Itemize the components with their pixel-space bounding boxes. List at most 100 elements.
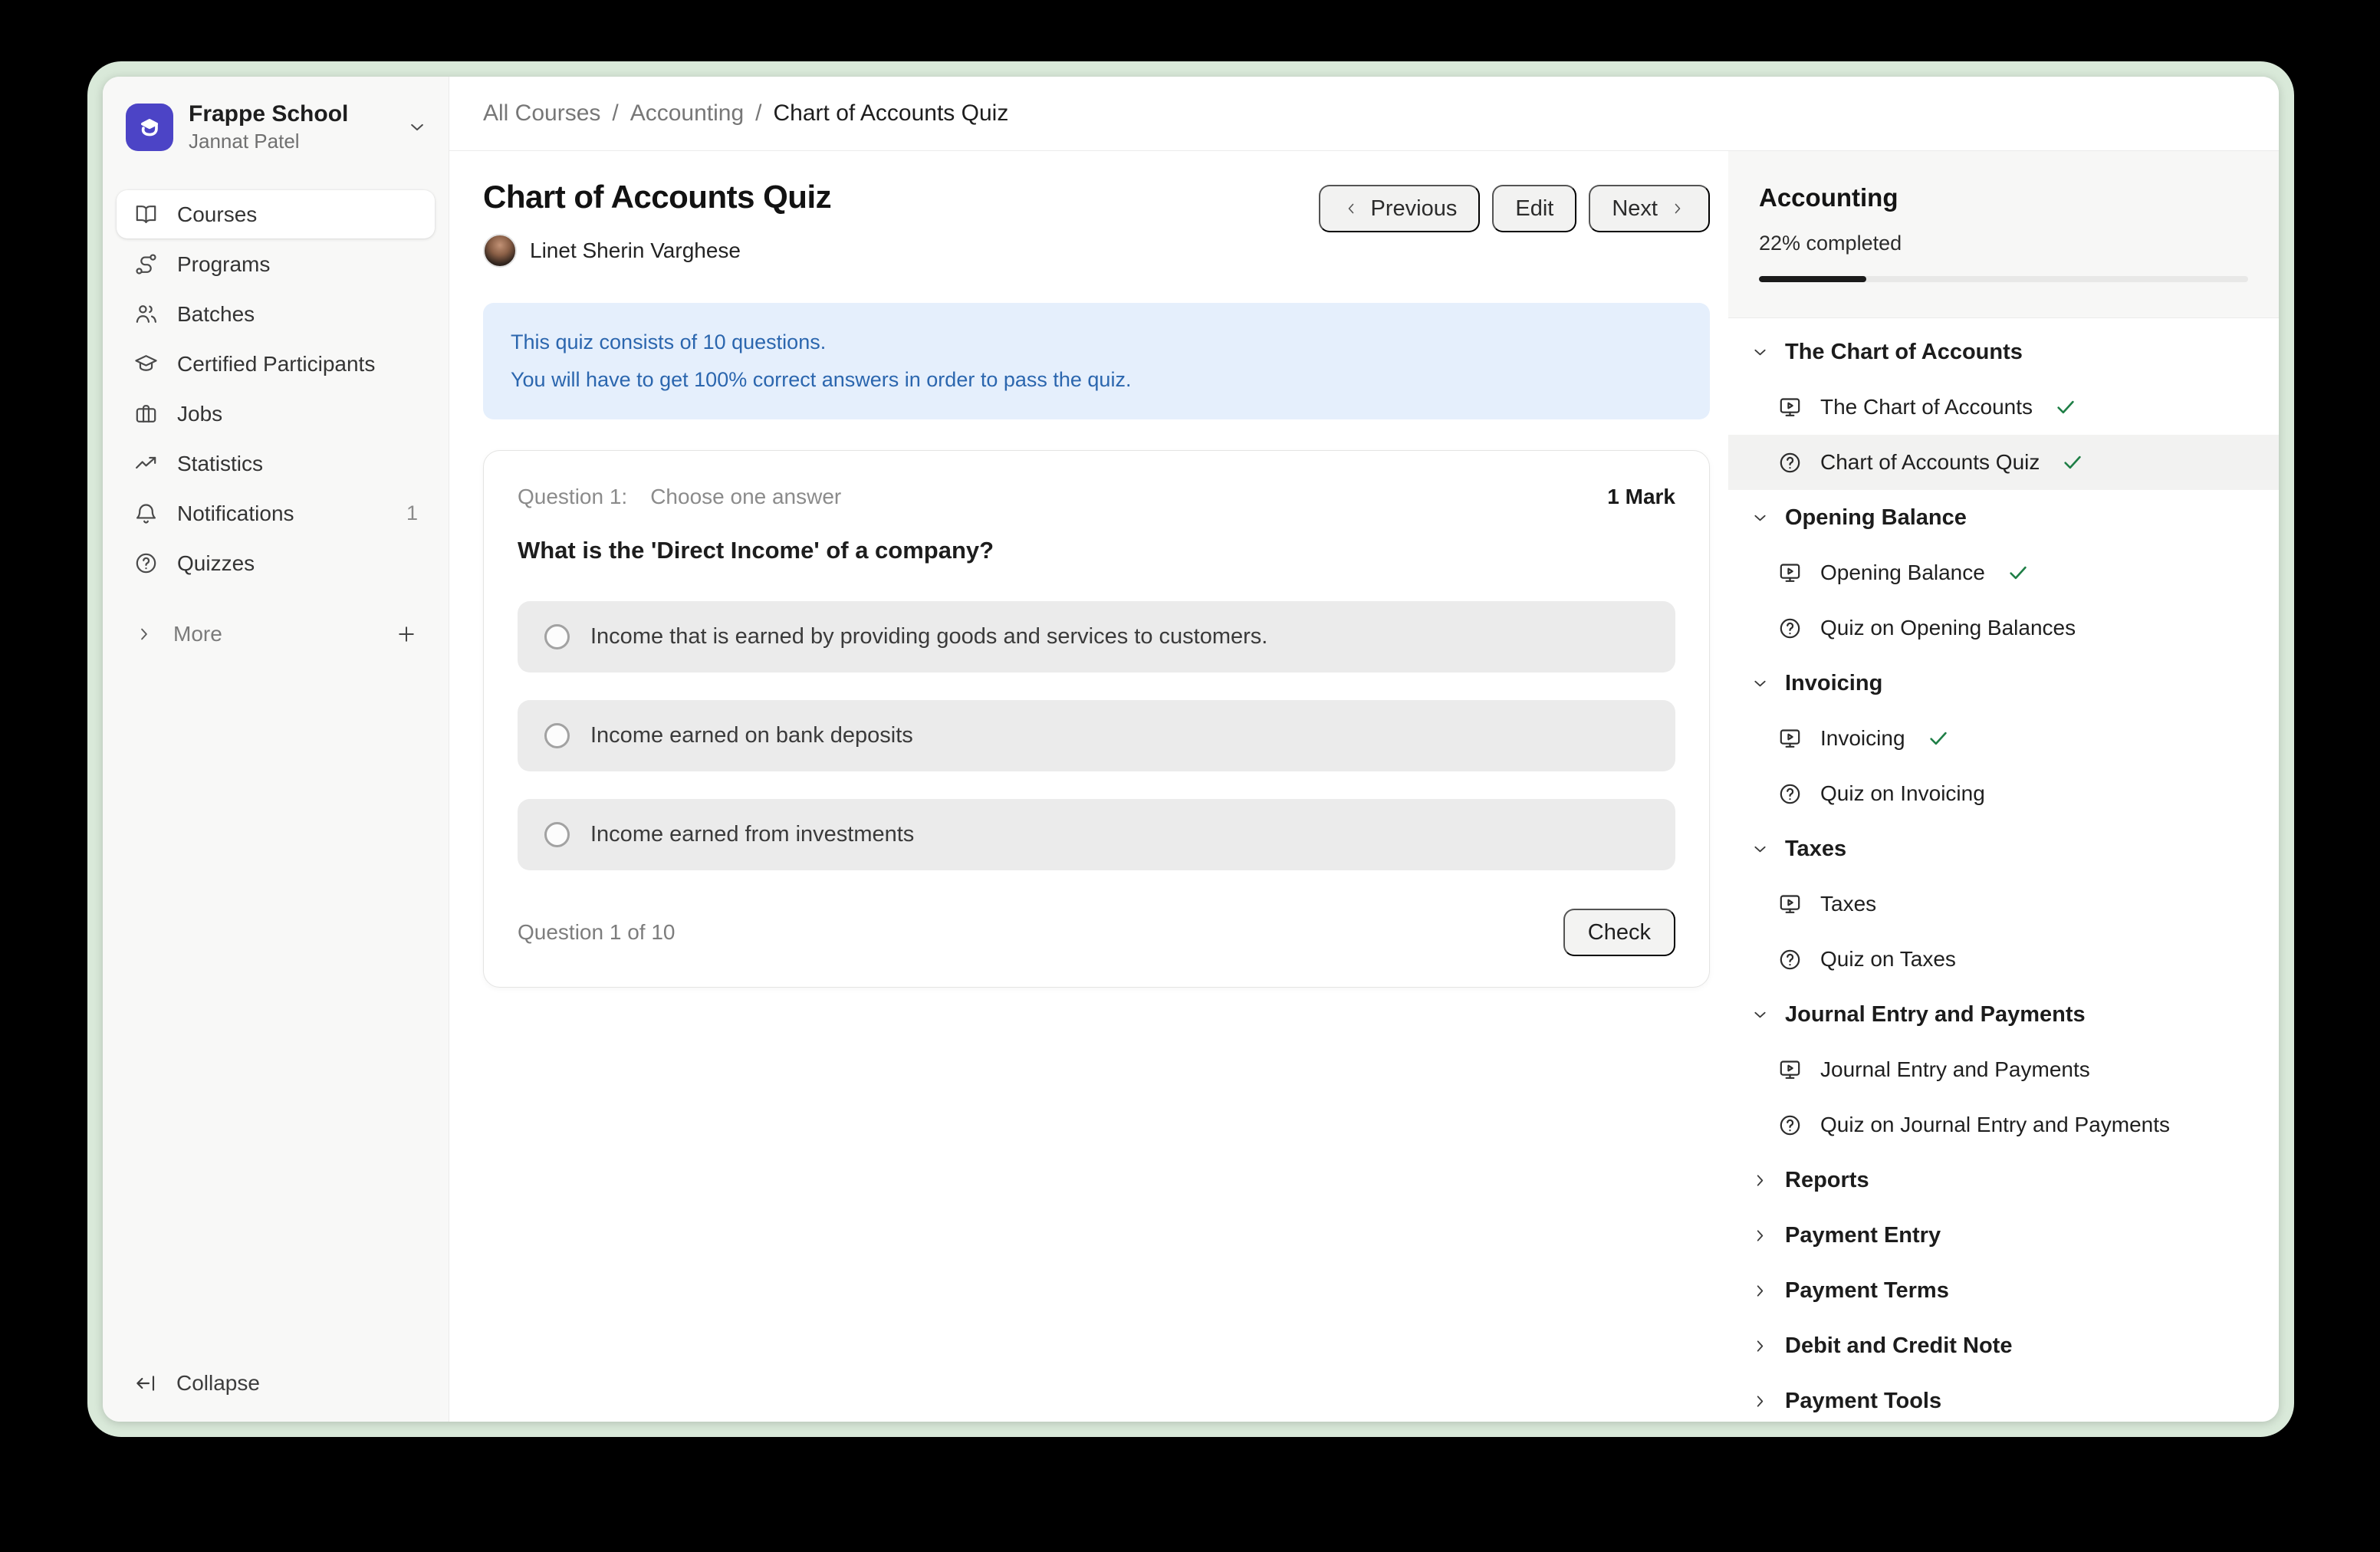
chapter-taxes[interactable]: Taxes bbox=[1728, 821, 2279, 876]
trend-icon bbox=[133, 451, 159, 476]
frappe-school-app: Frappe School Jannat Patel Courses Progra… bbox=[103, 77, 2279, 1422]
lesson-quiz-on-journal-entry-and-payments[interactable]: Quiz on Journal Entry and Payments bbox=[1728, 1097, 2279, 1152]
chapter-reports[interactable]: Reports bbox=[1728, 1152, 2279, 1208]
collapse-button[interactable]: Collapse bbox=[117, 1371, 435, 1396]
chapter-opening-balance[interactable]: Opening Balance bbox=[1728, 490, 2279, 545]
page-title: Chart of Accounts Quiz bbox=[483, 179, 831, 215]
notification-count: 1 bbox=[406, 501, 418, 525]
answer-option[interactable]: Income that is earned by providing goods… bbox=[518, 601, 1675, 672]
workspace-switcher[interactable]: Frappe School Jannat Patel bbox=[117, 97, 435, 158]
quiz-icon bbox=[1777, 616, 1803, 641]
video-lesson-icon bbox=[1777, 892, 1803, 917]
chapter-label: Invoicing bbox=[1785, 671, 1882, 696]
radio-icon[interactable] bbox=[544, 723, 570, 748]
course-panel-header: Accounting 22% completed bbox=[1728, 151, 2279, 318]
lesson-quiz-on-opening-balances[interactable]: Quiz on Opening Balances bbox=[1728, 600, 2279, 656]
sidebar-item-more[interactable]: More bbox=[117, 610, 435, 658]
breadcrumb-course[interactable]: Accounting bbox=[630, 100, 744, 127]
question-card: Question 1: Choose one answer 1 Mark Wha… bbox=[483, 450, 1710, 988]
lesson-journal-entry-and-payments[interactable]: Journal Entry and Payments bbox=[1728, 1042, 2279, 1097]
chevron-down-icon bbox=[1750, 673, 1770, 694]
route-icon bbox=[133, 252, 159, 277]
bell-icon bbox=[133, 501, 159, 526]
completed-check-icon bbox=[2061, 451, 2084, 474]
sidebar-item-notifications[interactable]: Notifications1 bbox=[117, 489, 435, 538]
radio-icon[interactable] bbox=[544, 624, 570, 649]
chapter-label: The Chart of Accounts bbox=[1785, 340, 2023, 365]
plus-icon[interactable] bbox=[395, 623, 418, 646]
sidebar-item-programs[interactable]: Programs bbox=[117, 240, 435, 288]
chevron-down-icon bbox=[1750, 1005, 1770, 1025]
answer-option[interactable]: Income earned on bank deposits bbox=[518, 700, 1675, 771]
sidebar-item-statistics[interactable]: Statistics bbox=[117, 439, 435, 488]
chapter-payment-tools[interactable]: Payment Tools bbox=[1728, 1373, 2279, 1422]
answer-options: Income that is earned by providing goods… bbox=[518, 601, 1675, 870]
content-area: All Courses / Accounting / Chart of Acco… bbox=[449, 77, 2279, 1422]
progress-fill bbox=[1759, 276, 1866, 282]
breadcrumb-all-courses[interactable]: All Courses bbox=[483, 100, 600, 127]
chapter-payment-entry[interactable]: Payment Entry bbox=[1728, 1208, 2279, 1263]
chevron-down-icon bbox=[406, 116, 429, 139]
answer-option[interactable]: Income earned from investments bbox=[518, 799, 1675, 870]
completed-check-icon bbox=[1927, 727, 1950, 750]
course-progress-bar bbox=[1759, 276, 2248, 282]
breadcrumb: All Courses / Accounting / Chart of Acco… bbox=[449, 77, 2279, 151]
video-lesson-icon bbox=[1777, 1057, 1803, 1083]
book-icon bbox=[133, 202, 159, 227]
author-name: Linet Sherin Varghese bbox=[530, 238, 741, 263]
chapter-debit-and-credit-note[interactable]: Debit and Credit Note bbox=[1728, 1318, 2279, 1373]
video-lesson-icon bbox=[1777, 395, 1803, 420]
left-sidebar: Frappe School Jannat Patel Courses Progra… bbox=[103, 77, 449, 1422]
sidebar-item-label: Jobs bbox=[177, 402, 222, 426]
lesson-opening-balance[interactable]: Opening Balance bbox=[1728, 545, 2279, 600]
quiz-icon bbox=[1777, 1113, 1803, 1138]
chevron-left-icon bbox=[1342, 199, 1360, 218]
sidebar-item-label: Certified Participants bbox=[177, 352, 375, 376]
lesson-label: Opening Balance bbox=[1820, 561, 1985, 585]
next-button[interactable]: Next bbox=[1589, 185, 1710, 232]
chapter-the-chart-of-accounts[interactable]: The Chart of Accounts bbox=[1728, 324, 2279, 380]
frappe-school-logo bbox=[126, 104, 173, 151]
lesson-the-chart-of-accounts[interactable]: The Chart of Accounts bbox=[1728, 380, 2279, 435]
option-label: Income earned on bank deposits bbox=[590, 723, 913, 748]
sidebar-item-jobs[interactable]: Jobs bbox=[117, 390, 435, 438]
sidebar-item-courses[interactable]: Courses bbox=[117, 190, 435, 238]
help-icon bbox=[133, 551, 159, 576]
check-button[interactable]: Check bbox=[1563, 909, 1675, 956]
sidebar-item-label: Statistics bbox=[177, 452, 263, 476]
breadcrumb-current: Chart of Accounts Quiz bbox=[774, 100, 1009, 127]
sidebar-item-label: Quizzes bbox=[177, 551, 255, 576]
previous-button[interactable]: Previous bbox=[1319, 185, 1481, 232]
sidebar-item-quizzes[interactable]: Quizzes bbox=[117, 539, 435, 587]
sidebar-item-certified-participants[interactable]: Certified Participants bbox=[117, 340, 435, 388]
lesson-quiz-on-invoicing[interactable]: Quiz on Invoicing bbox=[1728, 766, 2279, 821]
chapter-journal-entry-and-payments[interactable]: Journal Entry and Payments bbox=[1728, 987, 2279, 1042]
chapter-invoicing[interactable]: Invoicing bbox=[1728, 656, 2279, 711]
breadcrumb-separator: / bbox=[612, 100, 618, 127]
quiz-icon bbox=[1777, 781, 1803, 807]
completed-check-icon bbox=[2007, 561, 2030, 584]
chevron-right-icon bbox=[1750, 1391, 1770, 1412]
chapter-label: Payment Tools bbox=[1785, 1389, 1941, 1414]
sidebar-item-batches[interactable]: Batches bbox=[117, 290, 435, 338]
lesson-quiz-on-taxes[interactable]: Quiz on Taxes bbox=[1728, 932, 2279, 987]
quiz-icon bbox=[1777, 947, 1803, 972]
previous-label: Previous bbox=[1371, 196, 1458, 222]
lesson-invoicing[interactable]: Invoicing bbox=[1728, 711, 2279, 766]
lesson-taxes[interactable]: Taxes bbox=[1728, 876, 2279, 932]
collapse-label: Collapse bbox=[176, 1371, 260, 1396]
course-outline: The Chart of Accounts The Chart of Accoun… bbox=[1728, 318, 2279, 1422]
edit-button[interactable]: Edit bbox=[1492, 185, 1576, 232]
sidebar-item-label: Courses bbox=[177, 202, 257, 227]
chapter-label: Reports bbox=[1785, 1168, 1869, 1193]
chapter-payment-terms[interactable]: Payment Terms bbox=[1728, 1263, 2279, 1318]
course-title: Accounting bbox=[1759, 183, 2248, 212]
author-avatar bbox=[483, 234, 517, 268]
sidebar-item-label: Programs bbox=[177, 252, 270, 277]
quiz-main: Chart of Accounts Quiz Linet Sherin Varg… bbox=[449, 151, 1728, 1422]
lesson-label: Chart of Accounts Quiz bbox=[1820, 450, 2040, 475]
lesson-chart-of-accounts-quiz[interactable]: Chart of Accounts Quiz bbox=[1728, 435, 2279, 490]
chevron-right-icon bbox=[1750, 1170, 1770, 1191]
chapter-label: Taxes bbox=[1785, 837, 1846, 862]
radio-icon[interactable] bbox=[544, 822, 570, 847]
